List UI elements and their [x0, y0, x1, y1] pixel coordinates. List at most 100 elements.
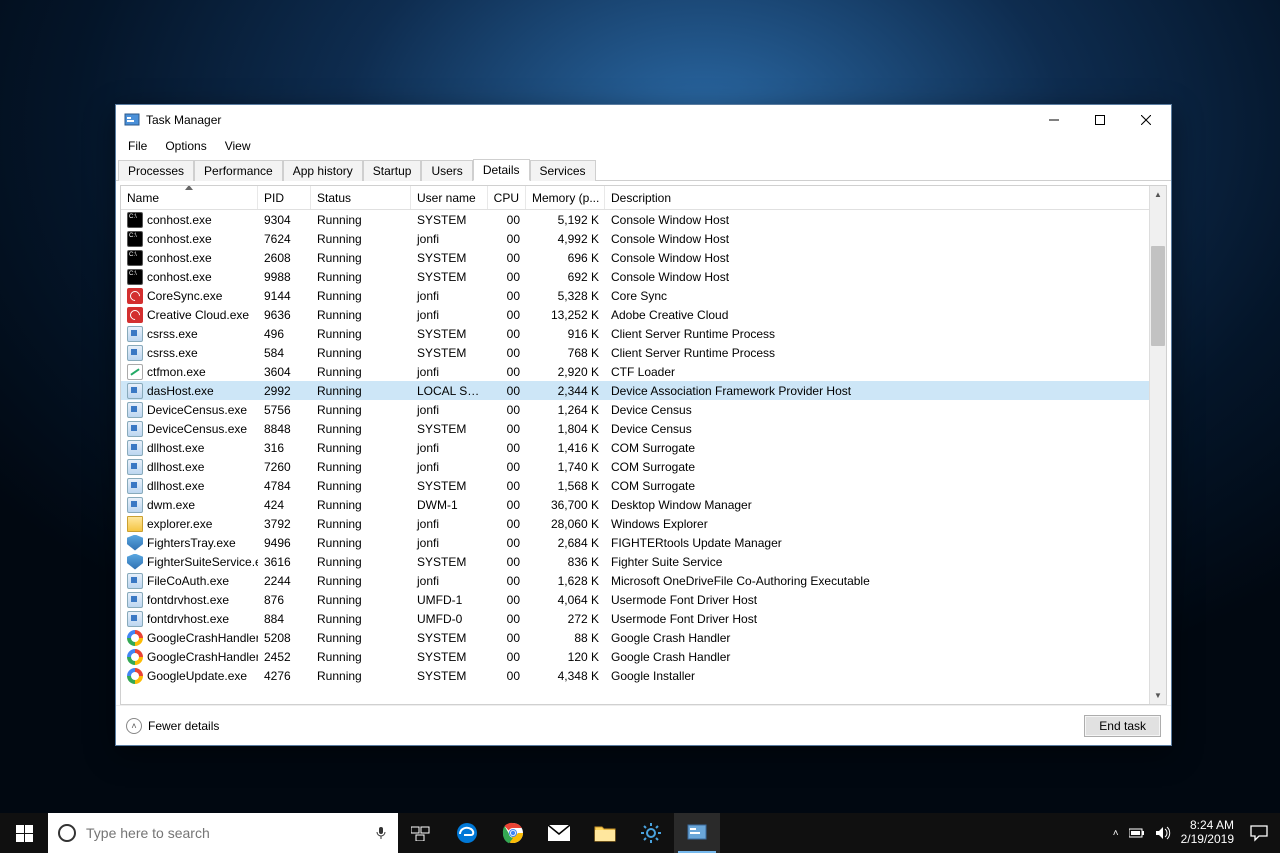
- table-row[interactable]: GoogleCrashHandler...5208RunningSYSTEM00…: [121, 628, 1149, 647]
- cell-user: SYSTEM: [411, 631, 488, 645]
- minimize-button[interactable]: [1031, 105, 1077, 135]
- cell-cpu: 00: [488, 289, 526, 303]
- microphone-icon[interactable]: [374, 826, 388, 840]
- vertical-scrollbar[interactable]: ▲ ▼: [1149, 186, 1166, 704]
- search-input[interactable]: [86, 825, 364, 841]
- table-row[interactable]: FighterSuiteService.e...3616RunningSYSTE…: [121, 552, 1149, 571]
- clock-time: 8:24 AM: [1181, 819, 1234, 833]
- tab-app-history[interactable]: App history: [283, 160, 363, 181]
- taskbar-settings[interactable]: [628, 813, 674, 853]
- cell-user: SYSTEM: [411, 251, 488, 265]
- cell-user: DWM-1: [411, 498, 488, 512]
- table-row[interactable]: GoogleCrashHandler...2452RunningSYSTEM00…: [121, 647, 1149, 666]
- tab-processes[interactable]: Processes: [118, 160, 194, 181]
- table-row[interactable]: FileCoAuth.exe2244Runningjonfi001,628 KM…: [121, 571, 1149, 590]
- cell-cpu: 00: [488, 422, 526, 436]
- cell-status: Running: [311, 460, 411, 474]
- tab-performance[interactable]: Performance: [194, 160, 283, 181]
- scroll-thumb[interactable]: [1151, 246, 1165, 346]
- cell-cpu: 00: [488, 251, 526, 265]
- cell-user: jonfi: [411, 308, 488, 322]
- cell-pid: 2244: [258, 574, 311, 588]
- taskbar-edge[interactable]: [444, 813, 490, 853]
- scroll-down-arrow[interactable]: ▼: [1150, 687, 1166, 704]
- table-row[interactable]: dllhost.exe4784RunningSYSTEM001,568 KCOM…: [121, 476, 1149, 495]
- cell-description: Adobe Creative Cloud: [605, 308, 1149, 322]
- col-user[interactable]: User name: [411, 186, 488, 209]
- table-row[interactable]: conhost.exe9988RunningSYSTEM00692 KConso…: [121, 267, 1149, 286]
- fewer-details-button[interactable]: ˄ Fewer details: [126, 718, 219, 734]
- table-row[interactable]: GoogleUpdate.exe4276RunningSYSTEM004,348…: [121, 666, 1149, 685]
- cell-memory: 2,344 K: [526, 384, 605, 398]
- tray-volume-icon[interactable]: [1155, 826, 1171, 840]
- taskbar-clock[interactable]: 8:24 AM 2/19/2019: [1181, 819, 1234, 847]
- table-row[interactable]: DeviceCensus.exe5756Runningjonfi001,264 …: [121, 400, 1149, 419]
- process-icon: [127, 573, 143, 589]
- table-row[interactable]: conhost.exe7624Runningjonfi004,992 KCons…: [121, 229, 1149, 248]
- close-button[interactable]: [1123, 105, 1169, 135]
- cell-pid: 584: [258, 346, 311, 360]
- cell-user: jonfi: [411, 460, 488, 474]
- tab-startup[interactable]: Startup: [363, 160, 422, 181]
- tab-services[interactable]: Services: [530, 160, 596, 181]
- table-row[interactable]: conhost.exe9304RunningSYSTEM005,192 KCon…: [121, 210, 1149, 229]
- tab-details[interactable]: Details: [473, 159, 530, 181]
- table-row[interactable]: conhost.exe2608RunningSYSTEM00696 KConso…: [121, 248, 1149, 267]
- col-desc[interactable]: Description: [605, 186, 1149, 209]
- taskbar-task-manager[interactable]: [674, 813, 720, 853]
- cell-memory: 916 K: [526, 327, 605, 341]
- taskbar-chrome[interactable]: [490, 813, 536, 853]
- table-row[interactable]: dllhost.exe316Runningjonfi001,416 KCOM S…: [121, 438, 1149, 457]
- table-row[interactable]: csrss.exe584RunningSYSTEM00768 KClient S…: [121, 343, 1149, 362]
- end-task-button[interactable]: End task: [1084, 715, 1161, 737]
- table-row[interactable]: explorer.exe3792Runningjonfi0028,060 KWi…: [121, 514, 1149, 533]
- task-view-button[interactable]: [398, 813, 444, 853]
- table-row[interactable]: csrss.exe496RunningSYSTEM00916 KClient S…: [121, 324, 1149, 343]
- menu-options[interactable]: Options: [157, 137, 214, 155]
- taskbar-explorer[interactable]: [582, 813, 628, 853]
- tray-battery-icon[interactable]: [1129, 826, 1145, 840]
- table-row[interactable]: dllhost.exe7260Runningjonfi001,740 KCOM …: [121, 457, 1149, 476]
- table-row[interactable]: CoreSync.exe9144Runningjonfi005,328 KCor…: [121, 286, 1149, 305]
- maximize-button[interactable]: [1077, 105, 1123, 135]
- table-row[interactable]: ctfmon.exe3604Runningjonfi002,920 KCTF L…: [121, 362, 1149, 381]
- cell-memory: 4,348 K: [526, 669, 605, 683]
- menu-file[interactable]: File: [120, 137, 155, 155]
- cell-status: Running: [311, 650, 411, 664]
- table-row[interactable]: Creative Cloud.exe9636Runningjonfi0013,2…: [121, 305, 1149, 324]
- tab-users[interactable]: Users: [421, 160, 472, 181]
- scroll-up-arrow[interactable]: ▲: [1150, 186, 1166, 203]
- cell-cpu: 00: [488, 365, 526, 379]
- taskbar-mail[interactable]: [536, 813, 582, 853]
- cell-name: FightersTray.exe: [147, 536, 236, 550]
- cell-user: SYSTEM: [411, 650, 488, 664]
- search-box[interactable]: [48, 813, 398, 853]
- col-pid[interactable]: PID: [258, 186, 311, 209]
- cell-memory: 1,568 K: [526, 479, 605, 493]
- cell-pid: 9636: [258, 308, 311, 322]
- process-icon: [127, 212, 143, 228]
- start-button[interactable]: [0, 813, 48, 853]
- titlebar[interactable]: Task Manager: [116, 105, 1171, 135]
- menu-view[interactable]: View: [217, 137, 259, 155]
- cell-description: Device Census: [605, 403, 1149, 417]
- table-row[interactable]: fontdrvhost.exe884RunningUMFD-000272 KUs…: [121, 609, 1149, 628]
- cell-status: Running: [311, 441, 411, 455]
- col-status[interactable]: Status: [311, 186, 411, 209]
- cell-pid: 5756: [258, 403, 311, 417]
- action-center-icon[interactable]: [1250, 824, 1268, 842]
- table-row[interactable]: FightersTray.exe9496Runningjonfi002,684 …: [121, 533, 1149, 552]
- table-row[interactable]: dwm.exe424RunningDWM-10036,700 KDesktop …: [121, 495, 1149, 514]
- col-mem[interactable]: Memory (p...: [526, 186, 605, 209]
- tray-chevron-up-icon[interactable]: ˄: [1113, 828, 1119, 839]
- cell-cpu: 00: [488, 650, 526, 664]
- table-row[interactable]: DeviceCensus.exe8848RunningSYSTEM001,804…: [121, 419, 1149, 438]
- cell-description: Client Server Runtime Process: [605, 346, 1149, 360]
- table-row[interactable]: fontdrvhost.exe876RunningUMFD-1004,064 K…: [121, 590, 1149, 609]
- cell-status: Running: [311, 289, 411, 303]
- cell-cpu: 00: [488, 270, 526, 284]
- table-row[interactable]: dasHost.exe2992RunningLOCAL SE...002,344…: [121, 381, 1149, 400]
- cell-status: Running: [311, 232, 411, 246]
- col-cpu[interactable]: CPU: [488, 186, 526, 209]
- col-name[interactable]: Name: [121, 186, 258, 209]
